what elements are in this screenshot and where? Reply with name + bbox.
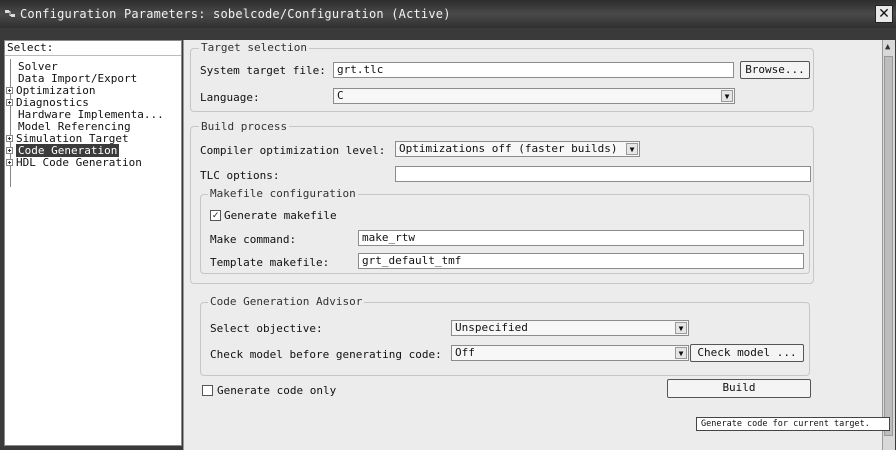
check-model-button[interactable]: Check model ...	[690, 344, 804, 362]
expand-icon[interactable]	[6, 135, 13, 142]
check-model-before-generating-select[interactable]: Off ▼	[451, 345, 689, 361]
code-generation-advisor-title: Code Generation Advisor	[208, 295, 365, 308]
language-value: C	[337, 89, 344, 102]
system-target-file-input[interactable]: grt.tlc	[333, 62, 734, 78]
select-objective-select[interactable]: Unspecified ▼	[451, 320, 689, 336]
check-model-before-generating-label: Check model before generating code:	[210, 348, 442, 361]
settings-panel: Target selection System target file: grt…	[183, 40, 884, 450]
window-title-bar: Configuration Parameters: sobelcode/Conf…	[0, 0, 896, 28]
browse-button[interactable]: Browse...	[740, 61, 810, 79]
template-makefile-label: Template makefile:	[210, 256, 330, 269]
select-objective-label: Select objective:	[210, 322, 323, 335]
chevron-down-icon[interactable]: ▼	[675, 347, 687, 359]
category-tree: Select: Solver Data Import/Export Optimi…	[4, 40, 182, 446]
close-button[interactable]: ✕	[875, 5, 893, 23]
vertical-scrollbar[interactable]: ▲	[882, 40, 895, 450]
expand-icon[interactable]	[6, 159, 13, 166]
make-command-input[interactable]: make_rtw	[358, 230, 804, 246]
template-makefile-input[interactable]: grt_default_tmf	[358, 253, 804, 269]
generate-code-only-checkbox[interactable]	[202, 385, 213, 396]
generate-code-only-label: Generate code only	[217, 384, 337, 397]
check-model-before-generating-value: Off	[455, 346, 475, 359]
simulink-app-icon	[5, 10, 15, 17]
build-tooltip: Generate code for current target.	[696, 417, 890, 431]
build-process-title: Build process	[199, 120, 290, 133]
scrollbar-thumb[interactable]	[884, 56, 893, 436]
expand-icon[interactable]	[6, 99, 13, 106]
system-target-file-label: System target file:	[200, 64, 326, 77]
target-selection-title: Target selection	[199, 41, 309, 54]
language-select[interactable]: C ▼	[333, 88, 735, 104]
compiler-optimization-select[interactable]: Optimizations off (faster builds) ▼	[395, 141, 640, 157]
build-button[interactable]: Build	[667, 379, 811, 398]
expand-icon[interactable]	[6, 147, 13, 154]
tree-header: Select:	[5, 41, 181, 56]
close-icon: ✕	[878, 6, 890, 22]
compiler-optimization-value: Optimizations off (faster builds)	[399, 142, 618, 155]
makefile-configuration-title: Makefile configuration	[208, 187, 358, 200]
expand-icon[interactable]	[6, 87, 13, 94]
generate-makefile-checkbox[interactable]: ✓	[210, 210, 221, 221]
make-command-label: Make command:	[210, 233, 297, 246]
language-label: Language:	[200, 91, 260, 104]
tlc-options-input[interactable]	[395, 166, 811, 182]
tlc-options-label: TLC options:	[200, 169, 280, 182]
select-objective-value: Unspecified	[455, 321, 528, 334]
chevron-down-icon[interactable]: ▼	[626, 143, 638, 155]
code-generation-advisor-group	[200, 302, 810, 376]
tree-item-hdl-code-generation[interactable]: HDL Code Generation	[5, 157, 142, 169]
compiler-optimization-label: Compiler optimization level:	[200, 144, 386, 157]
chevron-down-icon[interactable]: ▼	[721, 90, 733, 102]
chevron-down-icon[interactable]: ▼	[675, 322, 687, 334]
scroll-up-icon[interactable]: ▲	[885, 42, 890, 52]
window-title: Configuration Parameters: sobelcode/Conf…	[20, 7, 451, 21]
generate-makefile-label: Generate makefile	[224, 209, 337, 222]
tree-item-label: HDL Code Generation	[16, 156, 142, 169]
